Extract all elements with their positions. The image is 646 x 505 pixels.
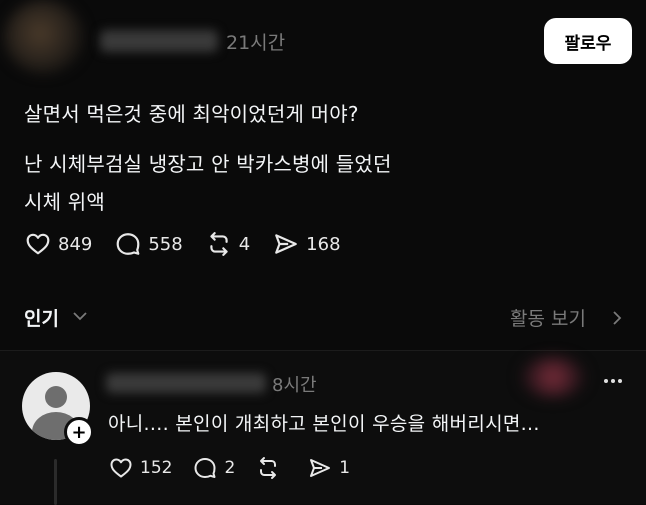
comment-icon xyxy=(194,458,216,478)
heart-icon xyxy=(26,233,50,255)
chevron-down-icon[interactable] xyxy=(72,310,88,322)
post: 21시간 팔로우 살면서 먹은것 중에 최악이었던게 머야? 난 시체부검실 냉… xyxy=(0,0,646,290)
post-text-line: 시체 위액 xyxy=(24,190,105,214)
chevron-right-icon[interactable] xyxy=(611,310,623,326)
share-count: 168 xyxy=(306,233,341,255)
comment-button[interactable]: 558 xyxy=(114,231,183,257)
reply-username[interactable] xyxy=(106,373,266,393)
follow-button[interactable]: 팔로우 xyxy=(544,18,632,64)
share-icon xyxy=(275,234,298,254)
share-button[interactable]: 1 xyxy=(307,456,350,480)
comment-button[interactable]: 2 xyxy=(192,456,235,480)
replies-sort-bar: 인기 활동 보기 xyxy=(0,290,646,346)
repost-button[interactable] xyxy=(255,456,287,480)
heart-icon xyxy=(110,458,132,478)
avatar-head xyxy=(45,386,67,408)
author-avatar[interactable] xyxy=(4,0,84,74)
reply-actions: 152 2 1 xyxy=(108,456,370,480)
author-username[interactable] xyxy=(100,30,218,52)
repost-icon xyxy=(260,457,277,479)
share-icon xyxy=(310,459,331,477)
post-actions: 849 558 4 168 xyxy=(24,231,363,257)
reply: + 8시간 아니.... 본인이 개최하고 본인이 우승을 해버리시면... 1… xyxy=(0,350,646,505)
thread-line xyxy=(54,459,57,505)
like-count: 152 xyxy=(140,458,173,478)
repost-button[interactable]: 4 xyxy=(205,231,250,257)
repost-count: 4 xyxy=(238,233,251,255)
like-button[interactable]: 849 xyxy=(24,231,92,257)
comment-count: 2 xyxy=(224,458,236,478)
repost-icon xyxy=(210,232,228,256)
view-activity-link[interactable]: 활동 보기 xyxy=(510,304,586,331)
plus-icon[interactable]: + xyxy=(64,417,94,447)
more-icon[interactable] xyxy=(604,379,625,383)
like-button[interactable]: 152 xyxy=(108,456,172,480)
share-count: 1 xyxy=(339,458,351,478)
comment-icon xyxy=(116,233,140,255)
reply-timestamp: 8시간 xyxy=(272,375,317,396)
post-text-line: 난 시체부검실 냉장고 안 박카스병에 들었던 xyxy=(24,152,392,176)
reply-media-thumbnail[interactable] xyxy=(522,357,584,397)
sort-dropdown-label[interactable]: 인기 xyxy=(24,304,59,331)
reply-text: 아니.... 본인이 개최하고 본인이 우승을 해버리시면... xyxy=(108,413,540,435)
post-text-line: 살면서 먹은것 중에 최악이었던게 머야? xyxy=(24,102,359,126)
post-timestamp: 21시간 xyxy=(226,32,286,54)
comment-count: 558 xyxy=(148,233,183,255)
like-count: 849 xyxy=(58,233,93,255)
share-button[interactable]: 168 xyxy=(272,231,341,257)
